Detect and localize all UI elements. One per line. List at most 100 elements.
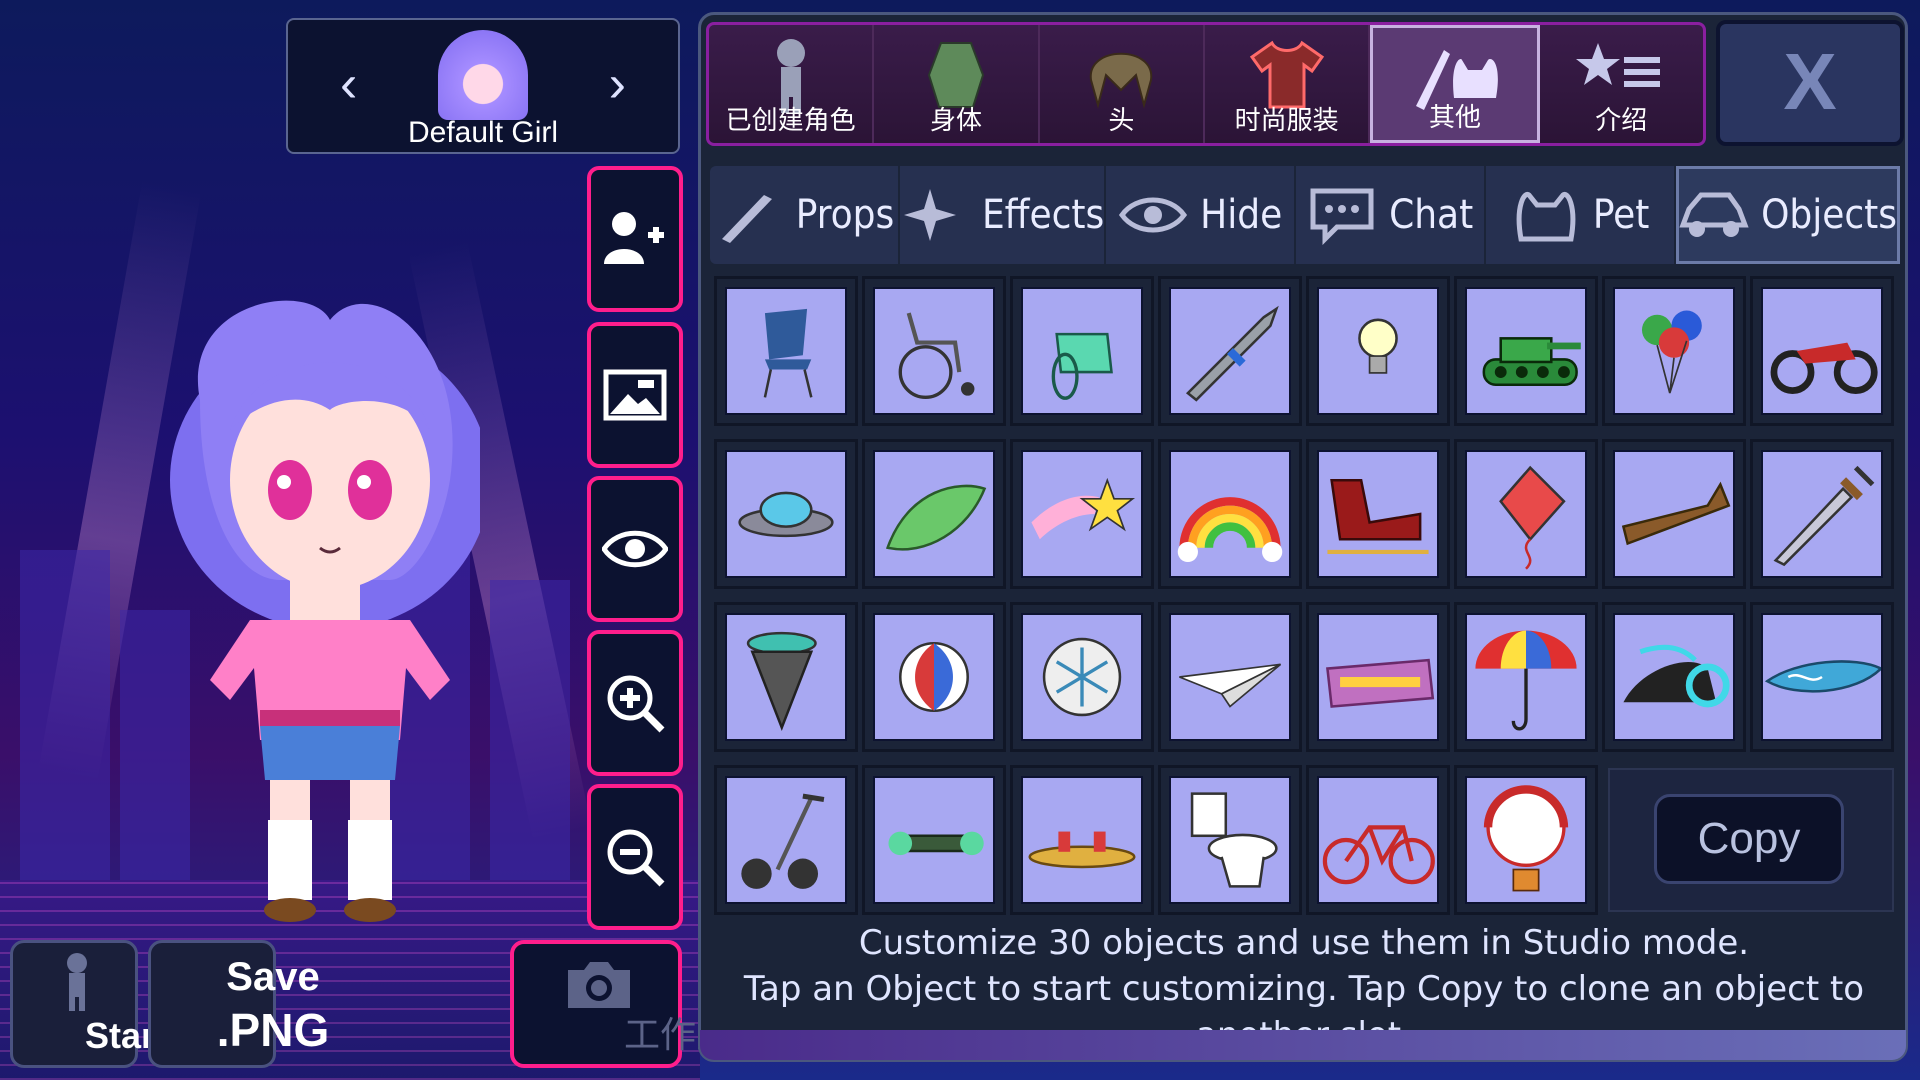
tab-label: Pet xyxy=(1592,192,1650,238)
rainbow-icon xyxy=(1177,497,1283,563)
object-thumbnail xyxy=(1169,776,1291,904)
eye-icon xyxy=(1119,197,1188,233)
zoom-in-button[interactable] xyxy=(587,630,683,776)
tab-label: 介绍 xyxy=(1595,105,1648,135)
object-slot[interactable] xyxy=(1010,765,1154,915)
chevron-left-icon[interactable]: ‹ xyxy=(340,58,357,110)
zoom-in-icon xyxy=(607,675,665,733)
tab-chat[interactable]: Chat xyxy=(1296,166,1487,264)
character-avatar xyxy=(438,30,528,120)
object-thumbnail xyxy=(1613,450,1735,578)
object-slot[interactable] xyxy=(714,765,858,915)
bicycle-icon xyxy=(1322,825,1435,885)
copy-button[interactable]: Copy xyxy=(1654,794,1844,884)
object-slot[interactable] xyxy=(1750,276,1894,426)
tab-intro[interactable]: 介绍 xyxy=(1540,25,1703,143)
object-thumbnail xyxy=(1317,776,1439,904)
object-slot[interactable] xyxy=(1454,602,1598,752)
tab-label: Hide xyxy=(1200,192,1283,238)
sleigh-icon xyxy=(1327,479,1429,555)
tab-label: 其他 xyxy=(1428,102,1481,132)
object-slot[interactable] xyxy=(1010,602,1154,752)
png-label: .PNG xyxy=(216,1004,330,1056)
object-slot[interactable] xyxy=(862,439,1006,589)
kite-icon xyxy=(1499,465,1566,570)
snowflake-orb-icon xyxy=(1042,637,1122,717)
tab-other[interactable]: 其他 xyxy=(1370,25,1540,143)
object-slot[interactable] xyxy=(1602,439,1746,589)
object-slot[interactable] xyxy=(1454,439,1598,589)
object-slot[interactable] xyxy=(1158,602,1302,752)
building-silhouette xyxy=(490,580,570,910)
object-slot[interactable] xyxy=(1158,439,1302,589)
object-slot[interactable] xyxy=(714,439,858,589)
object-thumbnail xyxy=(1465,776,1587,904)
object-thumbnail xyxy=(725,287,847,415)
magic-carpet-icon xyxy=(1326,658,1435,708)
chevron-right-icon[interactable]: › xyxy=(609,58,626,110)
object-thumbnail xyxy=(1169,450,1291,578)
eye-icon xyxy=(602,530,668,568)
object-thumbnail xyxy=(1465,613,1587,741)
copy-area: Copy xyxy=(1608,768,1894,912)
hoverboard-seat-icon xyxy=(1621,481,1731,546)
background-button[interactable] xyxy=(587,322,683,468)
close-button[interactable]: X xyxy=(1716,20,1904,146)
hot-air-balloon-icon xyxy=(1483,785,1569,892)
hoverboard-icon xyxy=(888,831,984,856)
other-subcategory-tabs: Props Effects Hide Chat Pet Objects xyxy=(710,166,1901,264)
studio-button[interactable]: 工作室 xyxy=(510,940,732,1068)
tab-hide[interactable]: Hide xyxy=(1106,166,1297,264)
object-slot[interactable] xyxy=(862,765,1006,915)
zoom-out-button[interactable] xyxy=(587,784,683,930)
tab-created-characters[interactable]: 已创建角色 xyxy=(709,25,875,143)
paper-airplane-icon xyxy=(1179,663,1282,708)
object-slot[interactable] xyxy=(1750,439,1894,589)
object-slot[interactable] xyxy=(862,602,1006,752)
zoom-out-icon xyxy=(607,829,665,887)
tab-effects[interactable]: Effects xyxy=(900,166,1107,264)
object-slot[interactable] xyxy=(1010,439,1154,589)
object-slot[interactable] xyxy=(1750,602,1894,752)
lightbulb-icon xyxy=(1358,318,1398,374)
object-slot[interactable] xyxy=(714,276,858,426)
building-silhouette xyxy=(20,550,110,910)
tab-label: 已创建角色 xyxy=(725,105,856,135)
tab-objects[interactable]: Objects xyxy=(1676,166,1901,264)
object-slot[interactable] xyxy=(1158,276,1302,426)
object-slot[interactable] xyxy=(1306,602,1450,752)
object-slot[interactable] xyxy=(1010,276,1154,426)
object-thumbnail xyxy=(1021,450,1143,578)
object-slot[interactable] xyxy=(1454,276,1598,426)
object-thumbnail xyxy=(873,450,995,578)
tab-fashion[interactable]: 时尚服装 xyxy=(1205,25,1371,143)
save-png-button[interactable]: Save .PNG xyxy=(148,940,329,1068)
object-thumbnail xyxy=(1317,287,1439,415)
camera-icon xyxy=(568,962,630,1008)
object-slot[interactable] xyxy=(1602,602,1746,752)
add-character-button[interactable] xyxy=(587,166,683,312)
object-slot[interactable] xyxy=(1602,276,1746,426)
object-slot[interactable] xyxy=(1306,439,1450,589)
object-grid: Copy xyxy=(710,274,1900,924)
tab-props[interactable]: Props xyxy=(710,166,900,264)
object-slot[interactable] xyxy=(1306,276,1450,426)
object-slot[interactable] xyxy=(1306,765,1450,915)
tab-body[interactable]: 身体 xyxy=(874,25,1040,143)
object-slot[interactable] xyxy=(1454,765,1598,915)
tab-pet[interactable]: Pet xyxy=(1486,166,1677,264)
object-thumbnail xyxy=(1021,613,1143,741)
object-thumbnail xyxy=(1761,450,1883,578)
tab-label: 头 xyxy=(1108,105,1135,135)
stand-button[interactable]: Stand xyxy=(10,940,185,1068)
object-thumbnail xyxy=(1761,287,1883,415)
ufo-icon xyxy=(738,491,834,538)
missile-icon xyxy=(1185,305,1279,402)
object-slot[interactable] xyxy=(1158,765,1302,915)
tab-label: 身体 xyxy=(929,105,982,135)
hide-ui-button[interactable] xyxy=(587,476,683,622)
object-thumbnail xyxy=(725,450,847,578)
object-slot[interactable] xyxy=(862,276,1006,426)
tab-head[interactable]: 头 xyxy=(1040,25,1205,143)
object-slot[interactable] xyxy=(714,602,858,752)
